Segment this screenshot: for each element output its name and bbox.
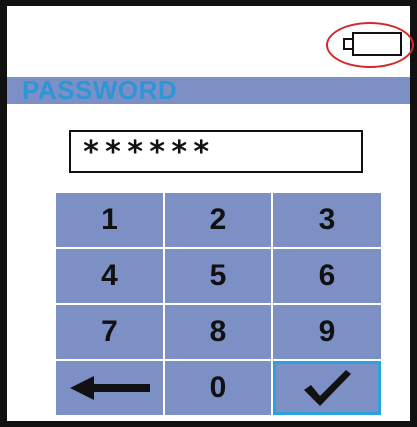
key-2[interactable]: 2 (165, 193, 271, 247)
numeric-keypad: 1 2 3 4 5 6 7 8 9 0 (56, 193, 381, 415)
key-0[interactable]: 0 (165, 361, 271, 415)
left-arrow-icon (69, 376, 150, 400)
key-8[interactable]: 8 (165, 305, 271, 359)
key-9[interactable]: 9 (273, 305, 381, 359)
page-title: PASSWORD (22, 75, 178, 105)
key-3[interactable]: 3 (273, 193, 381, 247)
checkmark-icon (304, 370, 351, 406)
key-4[interactable]: 4 (56, 249, 163, 303)
confirm-button[interactable] (273, 361, 381, 415)
key-7[interactable]: 7 (56, 305, 163, 359)
key-1[interactable]: 1 (56, 193, 163, 247)
battery-icon (343, 32, 402, 56)
password-field[interactable]: ****** (69, 130, 363, 173)
key-5[interactable]: 5 (165, 249, 271, 303)
backspace-button[interactable] (56, 361, 163, 415)
key-6[interactable]: 6 (273, 249, 381, 303)
